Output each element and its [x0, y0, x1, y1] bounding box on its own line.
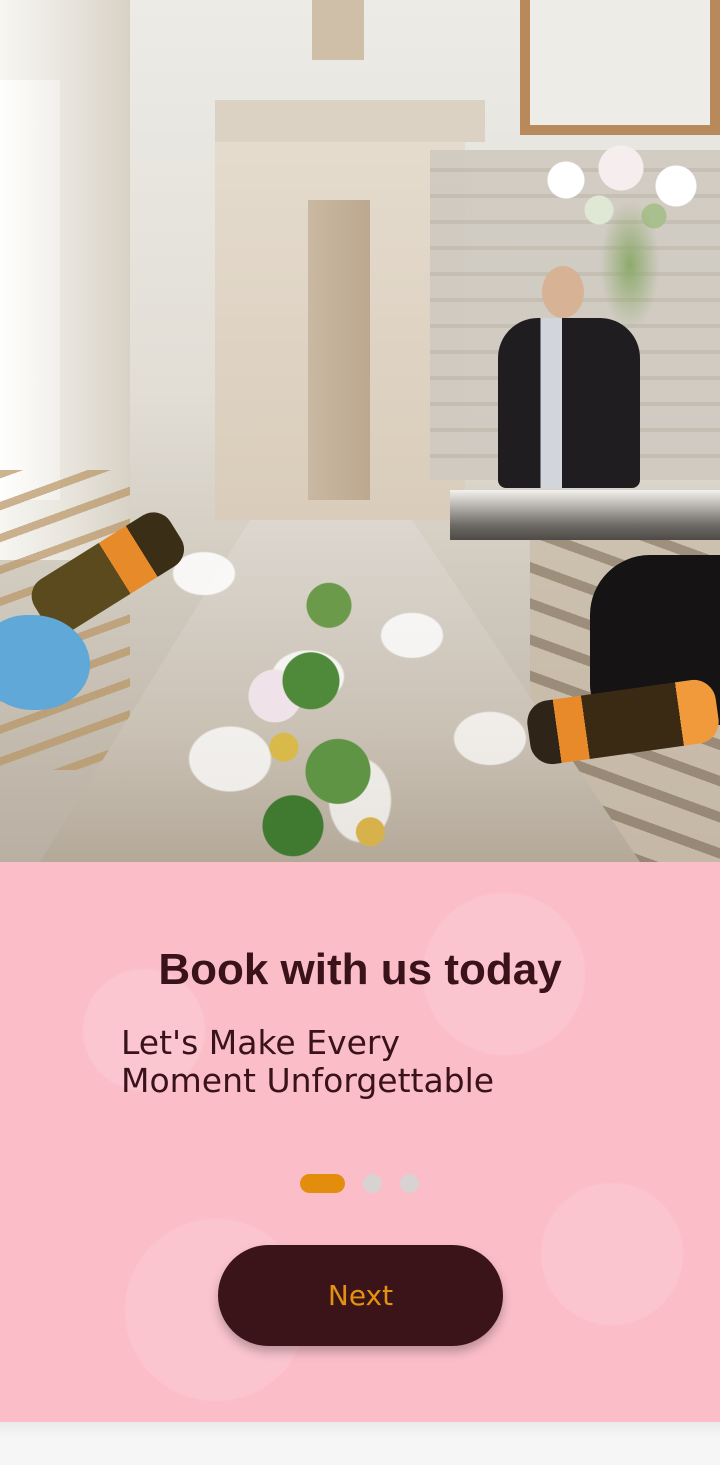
subtitle-line-1: Let's Make Every — [121, 1023, 401, 1062]
hero-centerpiece — [230, 560, 410, 862]
hero-mantel — [215, 100, 485, 142]
page-dot-1-active[interactable] — [300, 1173, 345, 1193]
hero-window — [0, 80, 60, 500]
hero-mirror — [520, 0, 720, 135]
hero-chimney — [312, 0, 364, 60]
hero-image — [0, 0, 720, 862]
bottom-strip — [0, 1422, 720, 1465]
page-dot-3[interactable] — [400, 1173, 419, 1193]
onboarding-title: Book with us today — [158, 945, 562, 994]
page-dot-2[interactable] — [363, 1173, 382, 1193]
hero-vine — [600, 200, 660, 330]
onboarding-card: Book with us today Let's Make Every Mome… — [0, 862, 720, 1422]
next-button[interactable]: Next — [218, 1245, 503, 1346]
onboarding-screen: Book with us today Let's Make Every Mome… — [0, 0, 720, 1465]
onboarding-subtitle: Let's Make Every Moment Unforgettable — [121, 1024, 601, 1100]
subtitle-line-2: Moment Unforgettable — [121, 1061, 495, 1100]
hero-person-head — [542, 266, 584, 318]
page-indicator — [300, 1173, 419, 1193]
